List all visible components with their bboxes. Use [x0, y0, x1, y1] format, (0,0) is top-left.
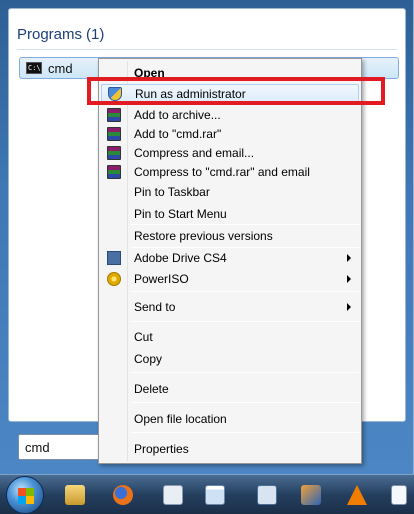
menu-item-compress-and-email[interactable]: Compress and email...	[101, 143, 359, 163]
programs-group-title: Programs (1)	[17, 26, 104, 43]
menu-item-label: Add to archive...	[134, 108, 221, 122]
menu-item-copy[interactable]: Copy	[101, 349, 359, 369]
programs-group-label: Programs	[17, 26, 83, 43]
menu-item-label: Pin to Start Menu	[134, 207, 227, 221]
taskbar-network-button[interactable]	[252, 479, 282, 511]
menu-item-label: PowerISO	[134, 272, 189, 286]
menu-item-label: Properties	[134, 442, 189, 456]
menu-item-delete[interactable]: Delete	[101, 379, 359, 399]
menu-item-send-to[interactable]: Send to	[101, 297, 359, 317]
menu-separator	[131, 372, 359, 373]
submenu-arrow-icon	[347, 254, 351, 262]
menu-separator	[131, 432, 359, 433]
menu-item-label: Pin to Taskbar	[134, 185, 210, 199]
notepad-icon	[205, 485, 225, 505]
menu-item-add-to-archive[interactable]: Add to archive...	[101, 105, 359, 125]
taskbar-notepad-button[interactable]	[200, 479, 230, 511]
menu-item-label: Compress to "cmd.rar" and email	[134, 165, 310, 179]
windows-logo-icon	[18, 488, 34, 504]
taskbar-paint-button[interactable]	[158, 479, 188, 511]
search-result-label: cmd	[48, 60, 73, 76]
winrar-icon	[107, 127, 121, 141]
context-menu: Open Run as administrator Add to archive…	[98, 58, 362, 464]
command-prompt-icon: C:\	[26, 62, 42, 74]
virtualbox-icon	[301, 485, 321, 505]
network-icon	[257, 485, 277, 505]
start-button[interactable]	[6, 476, 44, 514]
taskbar	[0, 474, 414, 514]
taskbar-document-button[interactable]	[384, 479, 414, 511]
menu-item-label: Compress and email...	[134, 146, 255, 160]
divider	[17, 49, 397, 50]
menu-item-label: Delete	[134, 382, 169, 396]
menu-item-pin-to-taskbar[interactable]: Pin to Taskbar	[101, 182, 359, 202]
menu-item-adobe-drive-cs4[interactable]: Adobe Drive CS4	[101, 248, 359, 268]
paint-icon	[163, 485, 183, 505]
taskbar-firefox-button[interactable]	[108, 479, 138, 511]
menu-item-add-to-cmd-rar[interactable]: Add to "cmd.rar"	[101, 124, 359, 144]
menu-item-label: Restore previous versions	[134, 229, 273, 243]
programs-group-count: (1)	[86, 26, 105, 43]
taskbar-vlc-button[interactable]	[342, 479, 372, 511]
menu-item-poweriso[interactable]: PowerISO	[101, 269, 359, 289]
document-icon	[391, 485, 407, 505]
vlc-icon	[347, 485, 367, 505]
winrar-icon	[107, 165, 121, 179]
firefox-icon	[113, 485, 133, 505]
poweriso-icon	[107, 272, 121, 286]
adobe-drive-icon	[107, 251, 121, 265]
menu-separator	[131, 291, 359, 292]
menu-item-pin-to-start-menu[interactable]: Pin to Start Menu	[101, 204, 359, 224]
menu-separator	[131, 224, 359, 225]
menu-separator	[131, 321, 359, 322]
taskbar-virtualbox-button[interactable]	[296, 479, 326, 511]
windows-explorer-icon	[65, 485, 85, 505]
menu-item-label: Copy	[134, 352, 163, 366]
menu-item-cut[interactable]: Cut	[101, 327, 359, 347]
taskbar-explorer-button[interactable]	[60, 479, 90, 511]
menu-item-label: Add to "cmd.rar"	[134, 127, 222, 141]
submenu-arrow-icon	[347, 303, 351, 311]
menu-item-label: Send to	[134, 300, 176, 314]
menu-item-open-file-location[interactable]: Open file location	[101, 409, 359, 429]
menu-item-label: Adobe Drive CS4	[134, 251, 227, 265]
menu-item-label: Cut	[134, 330, 153, 344]
menu-item-label: Open file location	[134, 412, 227, 426]
menu-item-restore-previous-versions[interactable]: Restore previous versions	[101, 226, 359, 246]
menu-item-compress-to-cmd-rar-and-email[interactable]: Compress to "cmd.rar" and email	[101, 162, 359, 182]
submenu-arrow-icon	[347, 275, 351, 283]
winrar-icon	[107, 108, 121, 122]
annotation-highlight-box	[87, 77, 385, 105]
menu-item-properties[interactable]: Properties	[101, 439, 359, 459]
winrar-icon	[107, 146, 121, 160]
menu-separator	[131, 402, 359, 403]
